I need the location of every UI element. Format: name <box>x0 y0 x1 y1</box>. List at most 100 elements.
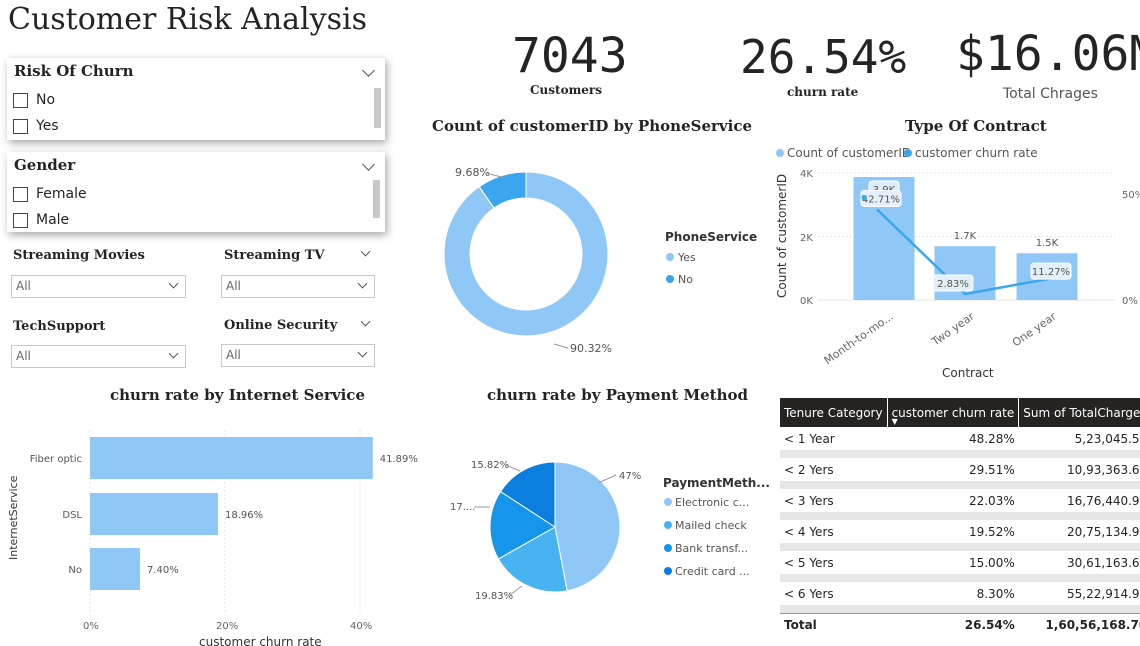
internet-bar[interactable] <box>90 548 140 590</box>
streaming-tv-label: Streaming TV <box>224 248 325 263</box>
count-data-label: 1.5K <box>1036 238 1059 249</box>
legend-marker <box>664 544 672 552</box>
row-separator <box>780 574 1140 582</box>
y-tick: 2K <box>800 233 813 244</box>
online-security-label: Online Security <box>224 318 338 333</box>
risk-option-no[interactable]: No <box>13 92 55 108</box>
category-label: No <box>68 565 82 576</box>
chevron-down-icon[interactable] <box>360 246 371 257</box>
table-row[interactable]: < 6 Yers 8.30% 55,22,914.95 <box>780 582 1140 605</box>
row-separator <box>780 481 1140 489</box>
streaming-movies-dropdown[interactable]: All <box>11 275 186 298</box>
legend-marker <box>664 498 672 506</box>
legend-marker <box>776 149 784 157</box>
column-header[interactable]: Tenure Category <box>780 398 888 427</box>
streaming-tv-dropdown[interactable]: All <box>221 275 375 298</box>
dropdown-value: All <box>16 279 31 293</box>
table-row[interactable]: < 5 Yers 15.00% 30,61,163.60 <box>780 551 1140 574</box>
payment-legend-item[interactable]: Electronic c... <box>675 496 749 509</box>
phone-legend-title: PhoneService <box>665 230 757 244</box>
x-tick: Two year <box>929 310 978 349</box>
total-cell: 26.54% <box>887 613 1019 636</box>
table-row[interactable]: < 3 Yers 22.03% 16,76,440.95 <box>780 489 1140 512</box>
payment-legend-item[interactable]: Credit card ... <box>675 565 750 578</box>
phone-label-small: 9.68% <box>455 166 490 179</box>
phone-chart-title: Count of customerID by PhoneService <box>432 117 753 135</box>
pie-slice[interactable] <box>554 461 621 592</box>
phone-legend-yes[interactable]: Yes <box>677 251 696 264</box>
table-row[interactable]: < 4 Yers 19.52% 20,75,134.90 <box>780 520 1140 543</box>
payment-legend-item[interactable]: Mailed check <box>675 519 747 532</box>
column-header-sorted[interactable]: customer churn rate ▼ <box>887 398 1020 427</box>
option-label: No <box>36 92 56 108</box>
checkbox[interactable] <box>13 92 28 108</box>
row-separator-cell <box>780 481 1140 489</box>
category-label: Fiber optic <box>30 454 82 465</box>
payment-label: 15.82% <box>471 460 509 471</box>
total-cell: 1,60,56,168.70 <box>1018 613 1140 636</box>
gender-option-female[interactable]: Female <box>13 186 87 202</box>
scrollbar[interactable] <box>373 180 380 218</box>
row-separator <box>780 512 1140 520</box>
row-separator-cell <box>780 543 1140 551</box>
sort-desc-icon: ▼ <box>891 417 898 426</box>
table-body: < 1 Year 48.28% 5,23,045.55 < 2 Yers 29.51% 1… <box>780 427 1140 636</box>
donut-slice-yes[interactable] <box>443 171 609 337</box>
kpi-customers-value: 7043 <box>512 28 628 84</box>
online-security-dropdown[interactable]: All <box>221 344 375 367</box>
row-separator <box>780 450 1140 458</box>
x-tick: Month-to-mo... <box>822 310 896 367</box>
x-tick: 0% <box>83 621 99 632</box>
contract-combo-chart: Count of customerID customer churn rate … <box>775 146 1140 380</box>
table-row[interactable]: < 2 Yers 29.51% 10,93,363.65 <box>780 458 1140 481</box>
legend-marker <box>664 521 672 529</box>
internet-service-bar-chart: InternetService Fiber optic 41.89% DSL 18.9… <box>7 430 418 646</box>
checkbox[interactable] <box>13 118 28 134</box>
row-separator <box>780 605 1140 614</box>
column-header[interactable]: Sum of TotalCharges <box>1018 398 1140 427</box>
y-tick: 0K <box>800 296 813 307</box>
legend-marker <box>666 275 674 283</box>
internet-chart-title: churn rate by Internet Service <box>110 386 365 404</box>
y2-tick: 0% <box>1122 296 1138 307</box>
count-data-label: 1.7K <box>954 231 977 242</box>
rate-data-label: 42.71% <box>862 194 900 205</box>
payment-method-pie-chart: 47% 19.83% 17.... 15.82% PaymentMeth... … <box>450 460 770 602</box>
chevron-down-icon[interactable] <box>360 316 371 327</box>
contract-y-axis-label: Count of customerID <box>775 174 789 298</box>
y-tick: 4K <box>800 169 813 180</box>
chevron-down-icon[interactable] <box>362 64 375 77</box>
table-row[interactable]: < 1 Year 48.28% 5,23,045.55 <box>780 427 1140 450</box>
gender-option-male[interactable]: Male <box>13 212 69 228</box>
table-cell: 15.00% <box>968 555 1015 570</box>
contract-x-axis-label: Contract <box>942 366 994 380</box>
kpi-charges-label: Total Chrages <box>1003 86 1098 102</box>
checkbox[interactable] <box>13 186 28 202</box>
x-tick: 40% <box>350 621 372 632</box>
internet-bar[interactable] <box>90 437 373 479</box>
table-cell: < 1 Year <box>784 431 835 446</box>
scrollbar[interactable] <box>374 88 381 128</box>
risk-of-churn-slicer: Risk Of Churn No Yes <box>7 58 385 140</box>
dropdown-value: All <box>226 348 241 362</box>
row-separator-cell <box>780 450 1140 458</box>
internet-bar[interactable] <box>90 493 218 535</box>
contract-legend-rate[interactable]: customer churn rate <box>915 146 1038 160</box>
phone-legend-no[interactable]: No <box>678 273 693 286</box>
gender-slicer-title: Gender <box>14 156 76 174</box>
value-label: 7.40% <box>147 565 179 576</box>
chevron-down-icon <box>168 348 179 359</box>
risk-option-yes[interactable]: Yes <box>13 118 59 134</box>
contract-legend-count[interactable]: Count of customerID <box>787 146 911 160</box>
payment-legend-item[interactable]: Bank transf... <box>675 542 748 555</box>
category-label: DSL <box>62 510 82 521</box>
table-cell: < 2 Yers <box>784 462 834 477</box>
table-cell: < 4 Yers <box>784 524 834 539</box>
chevron-down-icon[interactable] <box>362 158 375 171</box>
total-row: Total 26.54% 1,60,56,168.70 <box>780 613 1140 636</box>
checkbox[interactable] <box>13 212 28 228</box>
chevron-down-icon <box>357 347 368 358</box>
rate-data-label: 11.27% <box>1032 267 1070 278</box>
table-cell: 10,93,363.65 <box>1067 462 1140 477</box>
techsupport-dropdown[interactable]: All <box>11 345 186 368</box>
